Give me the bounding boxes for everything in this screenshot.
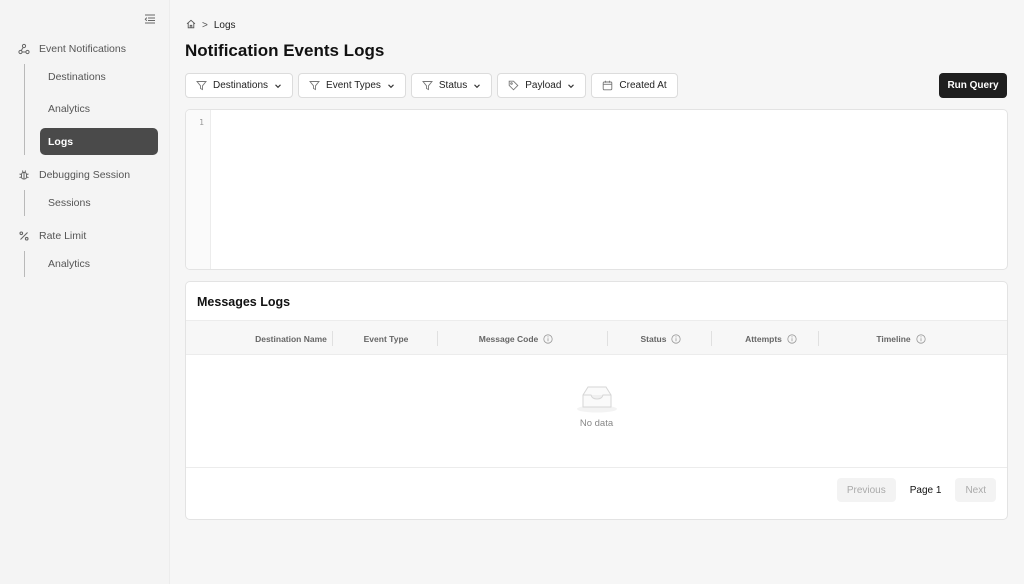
pagination: Previous Page 1 Next: [836, 478, 996, 502]
filter-icon: [309, 81, 320, 91]
column-label: Status: [640, 333, 667, 344]
tag-icon: [509, 80, 519, 91]
line-number: 1: [199, 118, 204, 127]
column-header-destination-name[interactable]: Destination Name: [241, 321, 341, 356]
sidebar-item-label: Sessions: [48, 196, 91, 209]
column-label: Message Code: [478, 333, 539, 344]
messages-logs-panel: Messages Logs Destination Name Event Typ…: [185, 281, 1008, 520]
webhook-icon: [18, 43, 30, 55]
chevron-down-icon: [275, 83, 281, 88]
sidebar-item-label: Logs: [48, 135, 74, 148]
breadcrumb: > Logs: [186, 19, 236, 32]
filter-label: Event Types: [326, 80, 381, 91]
column-divider: [332, 331, 333, 346]
sidebar-group-label: Event Notifications: [39, 43, 126, 55]
filter-label: Destinations: [213, 80, 269, 91]
table-header: Destination Name Event Type Message Code…: [186, 320, 1007, 355]
filter-label: Status: [438, 80, 468, 91]
column-label: Destination Name: [255, 333, 327, 344]
info-icon[interactable]: [787, 333, 797, 344]
sidebar-group-debugging-session[interactable]: Debugging Session: [18, 166, 130, 184]
chevron-down-icon: [568, 83, 575, 88]
bug-icon: [18, 169, 30, 181]
empty-inbox-icon: [576, 386, 617, 413]
filter-bar: Destinations Event Types Status Payload …: [185, 73, 678, 98]
nav-tree-line: [24, 64, 25, 155]
sidebar-item-rate-limit-analytics[interactable]: Analytics: [40, 250, 158, 277]
collapse-sidebar-icon[interactable]: [144, 12, 158, 26]
code-input-area[interactable]: [212, 110, 1007, 269]
sidebar-item-label: Analytics: [48, 102, 91, 115]
main-content: > Logs Notification Events Logs Destinat…: [170, 0, 1024, 584]
next-page-button[interactable]: Next: [955, 478, 996, 502]
sidebar-item-destinations[interactable]: Destinations: [40, 63, 158, 90]
column-label: Attempts: [745, 333, 782, 344]
empty-state-text: No data: [579, 418, 614, 429]
filter-label: Payload: [525, 80, 562, 91]
column-divider: [818, 331, 819, 346]
chevron-down-icon: [474, 83, 481, 88]
column-header-timeline[interactable]: Timeline: [846, 321, 956, 356]
percent-icon: [18, 230, 30, 242]
info-icon[interactable]: [671, 333, 682, 344]
info-icon[interactable]: [916, 333, 926, 344]
table-bottom-divider: [186, 467, 1007, 468]
column-header-attempts[interactable]: Attempts: [726, 321, 816, 356]
column-header-event-type[interactable]: Event Type: [346, 321, 426, 356]
column-divider: [437, 331, 438, 346]
sidebar-group-label: Rate Limit: [39, 230, 87, 242]
column-label: Timeline: [876, 333, 911, 344]
destinations-filter-button[interactable]: Destinations: [185, 73, 294, 98]
chevron-down-icon: [388, 83, 394, 88]
sidebar-item-sessions[interactable]: Sessions: [40, 189, 158, 216]
sidebar-item-label: Analytics: [48, 257, 91, 270]
messages-logs-title: Messages Logs: [197, 295, 291, 309]
event-types-filter-button[interactable]: Event Types: [298, 73, 406, 98]
empty-state: No data: [186, 382, 1007, 429]
breadcrumb-current: Logs: [213, 20, 236, 31]
status-filter-button[interactable]: Status: [410, 73, 493, 98]
editor-gutter: 1: [186, 110, 211, 269]
sidebar-item-logs[interactable]: Logs: [40, 128, 158, 155]
sidebar-item-label: Destinations: [48, 70, 106, 83]
sidebar-item-analytics[interactable]: Analytics: [40, 95, 158, 122]
column-header-message-code[interactable]: Message Code: [466, 321, 566, 356]
query-editor[interactable]: 1: [185, 109, 1008, 270]
previous-page-button[interactable]: Previous: [836, 478, 896, 502]
breadcrumb-separator: >: [202, 20, 208, 31]
page-indicator: Page 1: [909, 484, 942, 496]
sidebar: Event Notifications Destinations Analyti…: [0, 0, 170, 584]
filter-label: Created At: [619, 80, 667, 91]
sidebar-group-rate-limit[interactable]: Rate Limit: [18, 227, 86, 245]
run-query-button[interactable]: Run Query: [939, 73, 1007, 98]
column-divider: [607, 331, 608, 346]
nav-tree-line: [24, 190, 25, 216]
nav-tree-line: [24, 251, 25, 277]
home-icon[interactable]: [186, 19, 196, 32]
filter-icon: [421, 81, 433, 91]
column-divider: [711, 331, 712, 346]
column-label: Event Type: [363, 333, 409, 344]
payload-filter-button[interactable]: Payload: [497, 73, 587, 98]
calendar-icon: [603, 80, 613, 91]
created-at-filter-button[interactable]: Created At: [591, 73, 678, 98]
info-icon[interactable]: [543, 333, 553, 344]
page-title: Notification Events Logs: [185, 41, 385, 60]
sidebar-group-label: Debugging Session: [39, 169, 131, 181]
column-header-status[interactable]: Status: [621, 321, 701, 356]
filter-icon: [196, 81, 207, 91]
sidebar-group-event-notifications[interactable]: Event Notifications: [18, 40, 126, 58]
